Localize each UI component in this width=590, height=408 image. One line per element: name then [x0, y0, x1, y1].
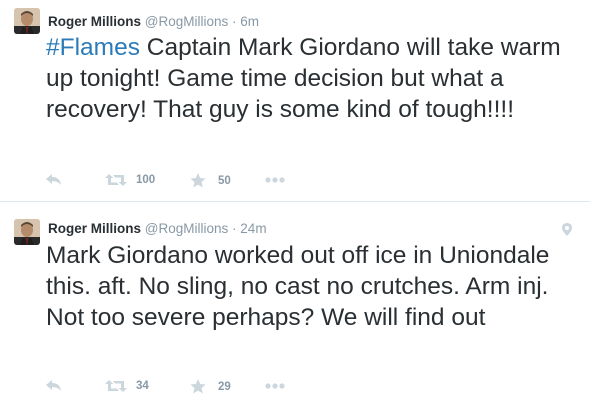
avatar[interactable]: [14, 219, 40, 245]
tweet[interactable]: Roger Millions @RogMillions · 6m #Flames…: [0, 0, 590, 202]
separator: ·: [232, 14, 237, 29]
reply-button[interactable]: [46, 380, 62, 392]
reply-button[interactable]: [46, 174, 62, 186]
tweet[interactable]: Roger Millions @RogMillions · 24m Mark G…: [0, 202, 590, 408]
reply-icon: [46, 380, 62, 392]
retweet-icon: [105, 173, 127, 187]
favorite-count: 29: [218, 380, 231, 393]
hashtag-link[interactable]: #Flames: [46, 34, 140, 61]
favorite-button[interactable]: 29: [190, 379, 231, 394]
separator: ·: [232, 221, 237, 236]
timestamp[interactable]: 24m: [240, 221, 266, 236]
location-pin-icon[interactable]: [562, 223, 572, 241]
reply-icon: [46, 174, 62, 186]
tweet-text: Mark Giordano worked out off ice in Unio…: [46, 240, 576, 333]
tweet-body: Mark Giordano worked out off ice in Unio…: [46, 242, 550, 331]
star-icon: [190, 379, 206, 394]
user-handle[interactable]: @RogMillions: [145, 14, 228, 29]
tweet-text: #Flames Captain Mark Giordano will take …: [46, 32, 576, 125]
retweet-button[interactable]: 100: [105, 173, 155, 187]
retweet-count: 34: [136, 380, 149, 392]
user-handle[interactable]: @RogMillions: [145, 221, 228, 236]
more-icon: [265, 383, 285, 389]
avatar[interactable]: [14, 8, 40, 34]
more-icon: [265, 177, 285, 183]
tweet-header: Roger Millions @RogMillions · 6m: [48, 14, 259, 30]
retweet-count: 100: [136, 174, 156, 186]
retweet-button[interactable]: 34: [105, 379, 149, 393]
tweet-header: Roger Millions @RogMillions · 24m: [48, 221, 267, 237]
more-button[interactable]: [265, 177, 285, 183]
tweet-timeline: Roger Millions @RogMillions · 6m #Flames…: [0, 0, 590, 408]
timestamp[interactable]: 6m: [240, 14, 259, 29]
favorite-button[interactable]: 50: [190, 173, 231, 188]
more-button[interactable]: [265, 383, 285, 389]
star-icon: [190, 173, 206, 188]
user-name[interactable]: Roger Millions: [48, 14, 141, 29]
user-name[interactable]: Roger Millions: [48, 221, 141, 236]
retweet-icon: [105, 379, 127, 393]
favorite-count: 50: [218, 174, 231, 187]
